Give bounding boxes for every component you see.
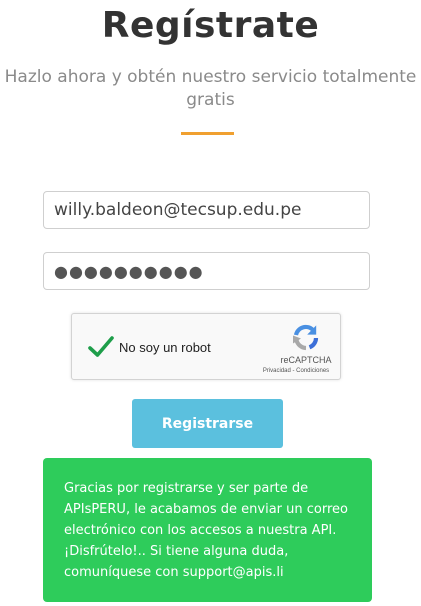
captcha-label: No soy un robot — [119, 340, 211, 355]
check-icon — [88, 336, 114, 357]
recaptcha-logo-icon — [293, 324, 319, 351]
email-field[interactable] — [43, 191, 370, 229]
page-title: Regístrate — [101, 5, 320, 46]
title-accent-divider — [181, 132, 234, 135]
captcha-checkbox[interactable] — [86, 332, 116, 362]
captcha-terms-links[interactable]: Privacidad - Condiciones — [252, 368, 340, 374]
register-button[interactable]: Registrarse — [132, 399, 283, 448]
recaptcha-widget: No soy un robot reCAPTCHA Privacidad - C… — [71, 313, 341, 380]
success-alert: Gracias por registrarse y ser parte de A… — [43, 458, 372, 602]
password-field[interactable] — [43, 252, 370, 290]
page-subtitle: Hazlo ahora y obtén nuestro servicio tot… — [4, 67, 417, 110]
captcha-brand: reCAPTCHA — [280, 355, 332, 365]
